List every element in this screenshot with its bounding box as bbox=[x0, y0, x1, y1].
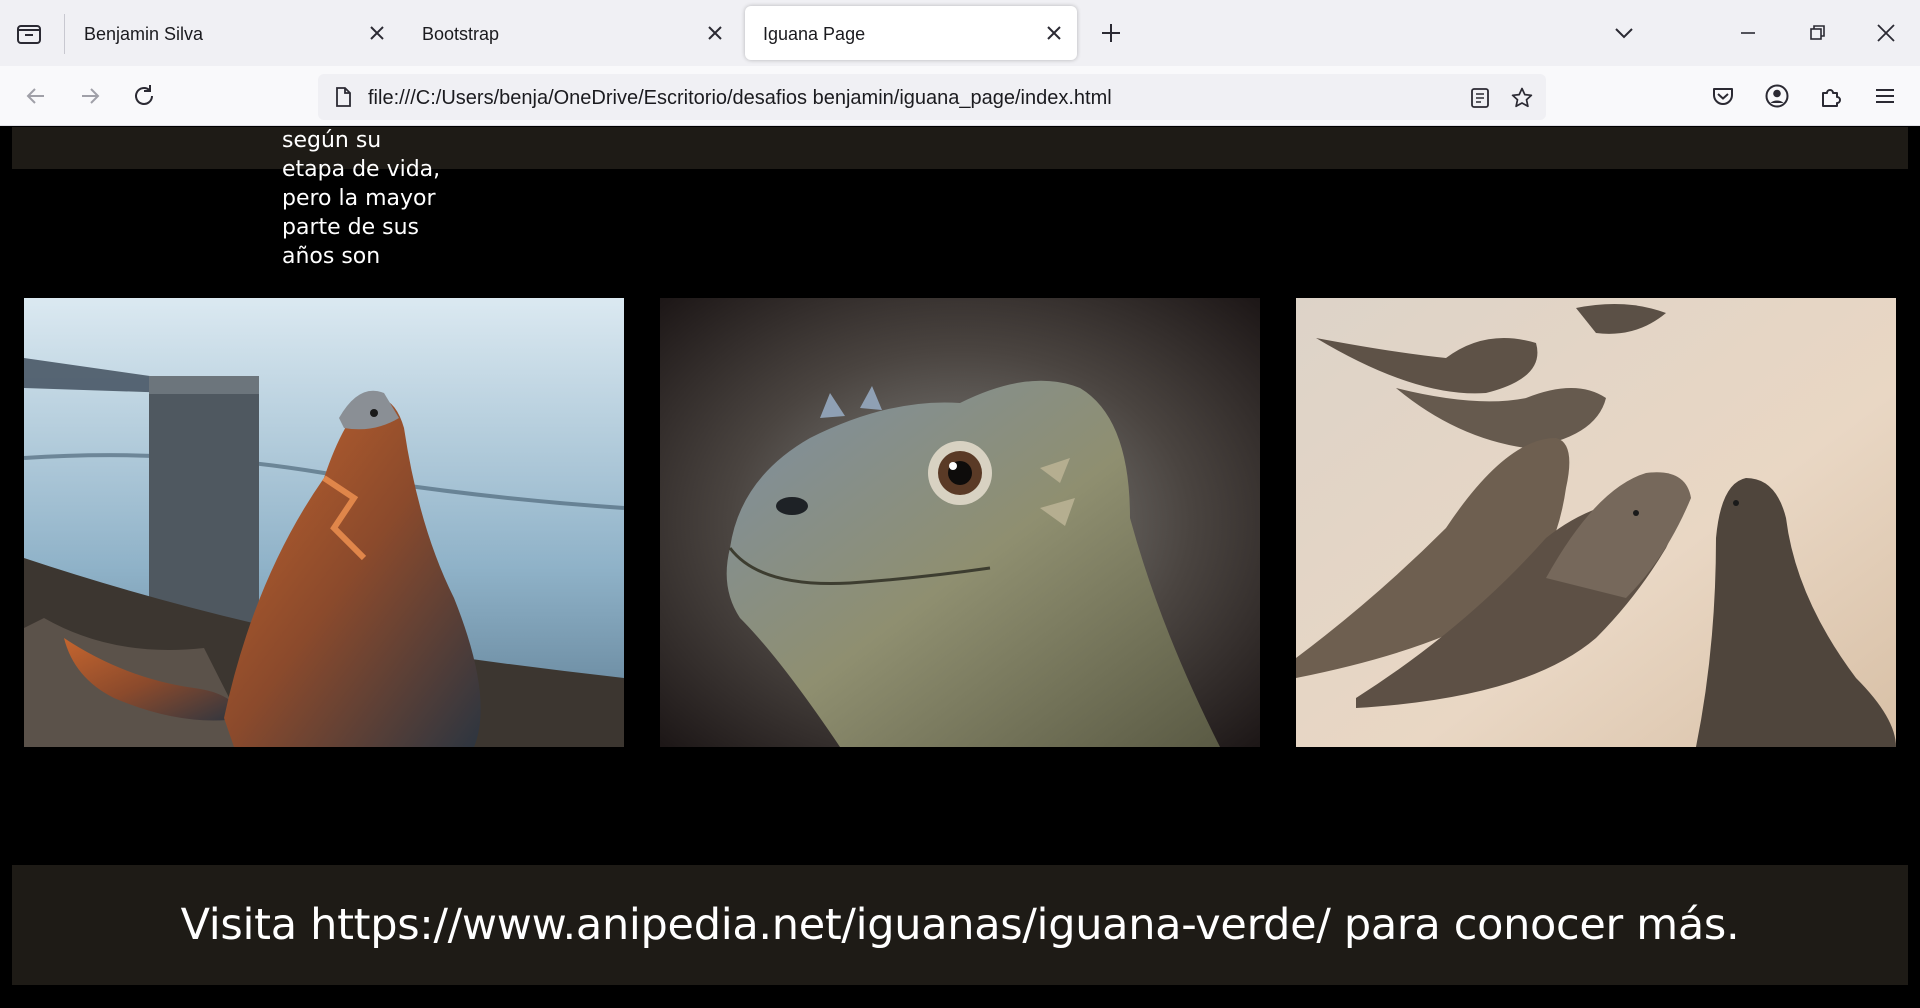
footer-text: Visita https://www.anipedia.net/iguanas/… bbox=[180, 900, 1740, 950]
iguana-photo-group bbox=[1296, 298, 1896, 747]
close-icon[interactable] bbox=[366, 22, 388, 44]
address-bar[interactable]: file:///C:/Users/benja/OneDrive/Escritor… bbox=[318, 74, 1546, 120]
new-tab-icon[interactable] bbox=[1097, 18, 1125, 48]
tab-list-icon[interactable] bbox=[12, 18, 46, 48]
paragraph-line: años son bbox=[282, 244, 381, 269]
tab-benjamin-silva[interactable]: Benjamin Silva bbox=[66, 6, 400, 60]
page-icon bbox=[332, 86, 354, 108]
tab-strip: Benjamin Silva Bootstrap Iguana Page bbox=[0, 0, 1920, 66]
close-window-icon[interactable] bbox=[1871, 18, 1901, 48]
restore-icon[interactable] bbox=[1802, 18, 1832, 48]
minimize-icon[interactable] bbox=[1733, 18, 1763, 48]
url-text[interactable]: file:///C:/Users/benja/OneDrive/Escritor… bbox=[368, 87, 1112, 110]
footer-band: Visita https://www.anipedia.net/iguanas/… bbox=[12, 865, 1908, 985]
close-icon[interactable] bbox=[704, 22, 726, 44]
extensions-icon[interactable] bbox=[1817, 82, 1845, 110]
iguana-photo-rocks bbox=[24, 298, 624, 747]
paragraph-line: según su bbox=[282, 128, 382, 153]
forward-arrow-icon[interactable] bbox=[74, 80, 106, 112]
paragraph-line: pero la mayor bbox=[282, 186, 436, 211]
paragraph-line: parte de sus bbox=[282, 215, 420, 240]
tab-bootstrap[interactable]: Bootstrap bbox=[404, 6, 738, 60]
web-page: variando según su etapa de vida, pero la… bbox=[0, 127, 1920, 1008]
navigation-toolbar: file:///C:/Users/benja/OneDrive/Escritor… bbox=[0, 66, 1920, 126]
tab-iguana-page[interactable]: Iguana Page bbox=[745, 6, 1077, 60]
menu-icon[interactable] bbox=[1871, 82, 1899, 110]
tab-title: Iguana Page bbox=[763, 24, 866, 44]
reader-view-icon[interactable] bbox=[1468, 86, 1492, 110]
tab-title: Benjamin Silva bbox=[84, 24, 204, 44]
tab-separator bbox=[64, 14, 65, 54]
close-icon[interactable] bbox=[1043, 22, 1065, 44]
tab-title: Bootstrap bbox=[422, 24, 500, 44]
back-arrow-icon[interactable] bbox=[20, 80, 52, 112]
account-icon[interactable] bbox=[1763, 82, 1791, 110]
pocket-icon[interactable] bbox=[1709, 82, 1737, 110]
info-paragraph: variando según su etapa de vida, pero la… bbox=[282, 127, 462, 271]
paragraph-line: etapa de vida, bbox=[282, 157, 441, 182]
iguana-photo-closeup bbox=[660, 298, 1260, 747]
bookmark-star-icon[interactable] bbox=[1510, 86, 1534, 110]
list-tabs-chevron-icon[interactable] bbox=[1609, 18, 1639, 48]
reload-icon[interactable] bbox=[128, 80, 160, 112]
